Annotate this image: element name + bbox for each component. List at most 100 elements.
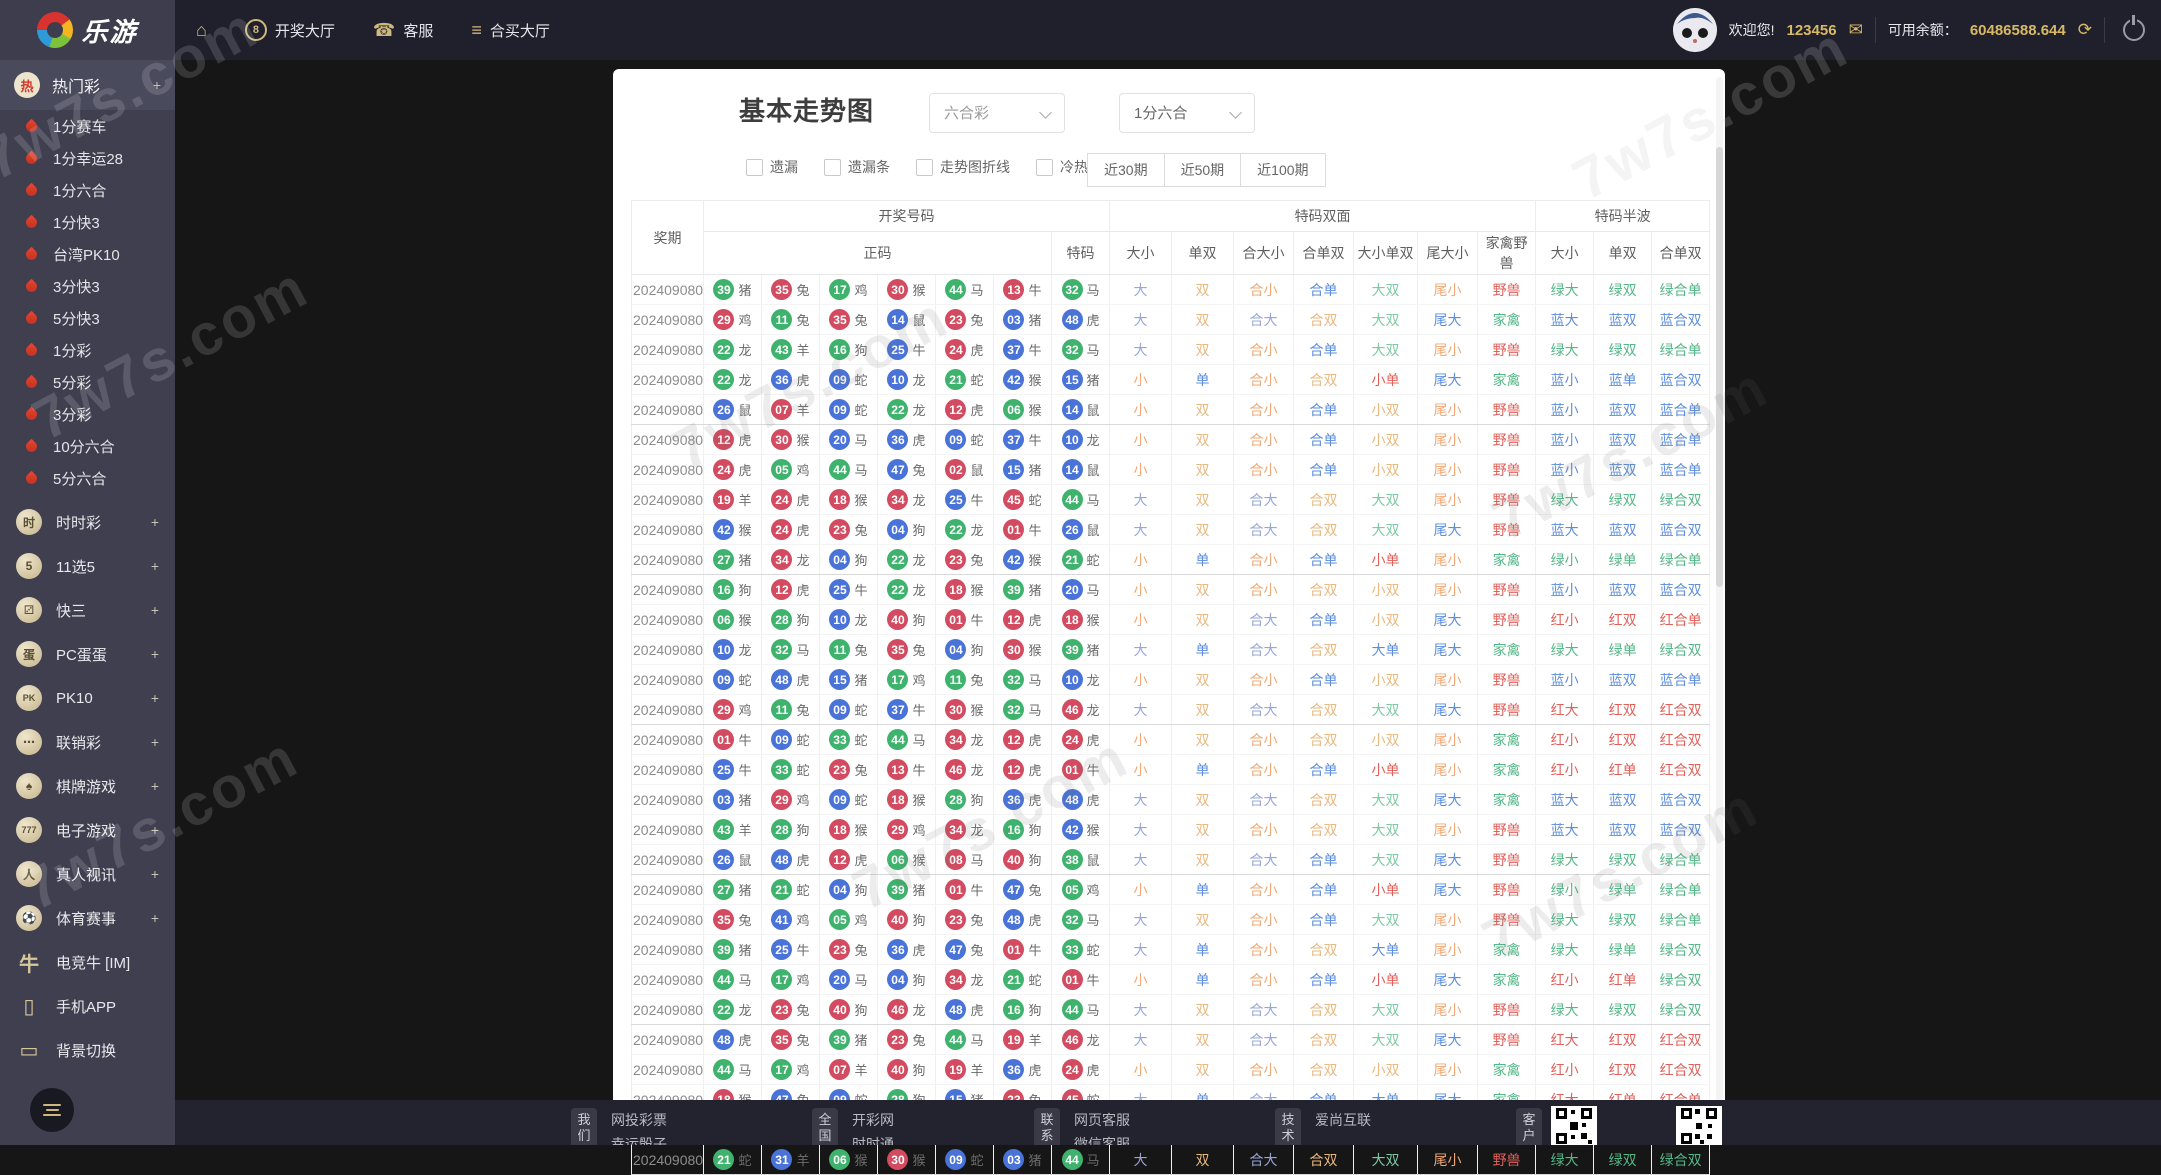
sidebar-item-1分快3[interactable]: 1分快3: [0, 206, 175, 238]
sidebar-item-真人视讯[interactable]: 人真人视讯 +: [0, 852, 175, 896]
value-text: 小双: [1371, 581, 1400, 598]
sidebar-item-时时彩[interactable]: 时时时彩 +: [0, 500, 175, 544]
footer-link[interactable]: 开彩网: [852, 1110, 894, 1130]
mail-icon[interactable]: ✉: [1849, 20, 1863, 40]
sidebar-item-1分彩[interactable]: 1分彩: [0, 334, 175, 366]
sidebar-item-3分快3[interactable]: 3分快3: [0, 270, 175, 302]
sidebar-item-电竞牛 [IM][interactable]: 牛电竞牛 [IM]: [0, 940, 175, 984]
lottery-ball: 32: [1061, 339, 1083, 360]
footer-link[interactable]: 微信客服: [1074, 1134, 1130, 1145]
sidebar-item-11选5[interactable]: 5 11选5 +: [0, 544, 175, 588]
column-header: 合单双: [1651, 231, 1711, 275]
sidebar-item-1分六合[interactable]: 1分六合: [0, 174, 175, 206]
value-text: 野兽: [1492, 881, 1521, 898]
range-button-group: 近30期 近50期 近100期: [1087, 153, 1326, 187]
sidebar-item-10分六合[interactable]: 10分六合: [0, 430, 175, 462]
footer-link[interactable]: 网投彩票: [611, 1110, 667, 1130]
table-row: 20240908003222龙23兔40狗46龙48虎16狗44马大双合大合双大…: [631, 994, 1711, 1025]
sidebar-item-快三[interactable]: ⚂ 快三 +: [0, 588, 175, 632]
checkbox-遗漏条[interactable]: 遗漏条: [824, 157, 890, 177]
value-cell: 合双: [1293, 934, 1355, 965]
checkbox-label: 走势图折线: [940, 159, 1010, 175]
ball-cell: 45蛇: [993, 484, 1052, 515]
lottery-ball: 36: [1003, 789, 1025, 810]
range-button-近30期[interactable]: 近30期: [1087, 153, 1165, 187]
sidebar-item-台湾PK10[interactable]: 台湾PK10: [0, 238, 175, 270]
lottery-game-select[interactable]: 1分六合: [1119, 93, 1255, 133]
value-cell: 合双: [1293, 1024, 1355, 1055]
nav-item-lottery-hall[interactable]: 8 开奖大厅: [244, 19, 335, 41]
value-cell: 绿双: [1593, 274, 1653, 305]
时时彩-icon: 时: [16, 509, 42, 535]
nav-item-customer-service[interactable]: ☎ 客服: [373, 20, 433, 41]
sidebar-item-hot-lottery[interactable]: 热 热门彩 +: [0, 60, 175, 110]
ball-cell: 40 狗: [819, 994, 878, 1025]
scrollbar-thumb[interactable]: [1716, 147, 1723, 587]
zodiac-label: 蛇: [1028, 973, 1042, 988]
zodiac-label: 猪: [1028, 1153, 1042, 1168]
sidebar-item-3分彩[interactable]: 3分彩: [0, 398, 175, 430]
value-text: 尾小: [1433, 461, 1462, 478]
range-button-近50期[interactable]: 近50期: [1163, 153, 1242, 187]
checkbox-box[interactable]: [824, 158, 841, 176]
refresh-icon[interactable]: ⟳: [2078, 20, 2092, 40]
value-text: 合大: [1249, 1001, 1278, 1018]
sidebar-item-5分彩[interactable]: 5分彩: [0, 366, 175, 398]
lottery-ball: 12: [1003, 609, 1025, 630]
footer-link[interactable]: 网页客服: [1074, 1110, 1130, 1130]
footer-link[interactable]: 时时通: [852, 1134, 894, 1145]
nav-item-group-buy-hall[interactable]: ≡ 合买大厅: [471, 20, 550, 41]
checkbox-遗漏[interactable]: 遗漏: [746, 157, 798, 177]
sidebar-item-联销彩[interactable]: ⋯ 联销彩 +: [0, 720, 175, 764]
sidebar-item-PK10[interactable]: PK PK10 +: [0, 676, 175, 720]
zodiac-label: 兔: [912, 1033, 926, 1048]
footer-link[interactable]: 爱尚互联: [1315, 1110, 1371, 1130]
value-text: 小: [1133, 431, 1148, 448]
checkbox-走势图折线[interactable]: 走势图折线: [916, 157, 1010, 177]
value-text: 红合单: [1659, 611, 1702, 628]
zodiac-label: 猪: [1028, 463, 1042, 478]
footer-tag: 联系: [1034, 1108, 1060, 1145]
sidebar-collapse-button[interactable]: [30, 1088, 74, 1132]
checkbox-box[interactable]: [746, 158, 763, 176]
scrollbar-track[interactable]: [1716, 77, 1723, 1137]
value-cell: 大双: [1353, 1024, 1419, 1055]
sidebar-item-1分幸运28[interactable]: 1分幸运28: [0, 142, 175, 174]
username[interactable]: 123456: [1787, 22, 1837, 39]
logo[interactable]: 乐游: [0, 0, 175, 60]
sidebar-item-1分赛车[interactable]: 1分赛车: [0, 110, 175, 142]
ball-cell: 23兔: [819, 754, 878, 785]
sidebar-item-棋牌游戏[interactable]: ♠ 棋牌游戏 +: [0, 764, 175, 808]
sidebar-item-背景切换[interactable]: ▭ 背景切换: [0, 1028, 175, 1072]
ball-cell: 24 虎: [703, 454, 762, 485]
电竞牛 [IM]-icon: 牛: [19, 953, 39, 976]
value-text: 合大: [1249, 851, 1278, 868]
sidebar-item-5分六合[interactable]: 5分六合: [0, 462, 175, 494]
lottery-category-select[interactable]: 六合彩: [929, 93, 1065, 133]
sidebar-item-手机APP[interactable]: ▯ 手机APP: [0, 984, 175, 1028]
nav-item-home[interactable]: ⌂: [196, 20, 207, 41]
lottery-ball: 21: [771, 879, 793, 900]
ball-cell: 06 猴: [877, 844, 936, 875]
value-cell: 小单: [1353, 874, 1419, 905]
lottery-ball: 12: [771, 579, 793, 600]
sidebar-item-5分快3[interactable]: 5分快3: [0, 302, 175, 334]
table-row: 20240908005422龙43羊16狗25牛24虎37牛32马大双合小合单大…: [631, 334, 1711, 365]
logout-power-icon[interactable]: [2123, 15, 2145, 41]
range-button-近100期[interactable]: 近100期: [1240, 153, 1326, 187]
value-text: 蓝单: [1608, 371, 1637, 388]
value-cell: 蓝小: [1535, 454, 1595, 485]
checkbox-box[interactable]: [916, 158, 933, 176]
footer-link[interactable]: 幸运骰子: [611, 1134, 667, 1145]
sidebar-item-电子游戏[interactable]: 777 电子游戏 +: [0, 808, 175, 852]
value-text: 合单: [1309, 971, 1338, 988]
lottery-ball: 34: [945, 819, 967, 840]
checkbox-box[interactable]: [1036, 158, 1053, 176]
avatar[interactable]: [1672, 8, 1717, 52]
value-text: 双: [1195, 911, 1210, 928]
lottery-ball: 05: [1061, 879, 1083, 900]
value-text: 蓝合双: [1659, 791, 1702, 808]
sidebar-item-PC蛋蛋[interactable]: 蛋 PC蛋蛋 +: [0, 632, 175, 676]
sidebar-item-体育赛事[interactable]: ⚽ 体育赛事 +: [0, 896, 175, 940]
value-text: 小双: [1371, 461, 1400, 478]
